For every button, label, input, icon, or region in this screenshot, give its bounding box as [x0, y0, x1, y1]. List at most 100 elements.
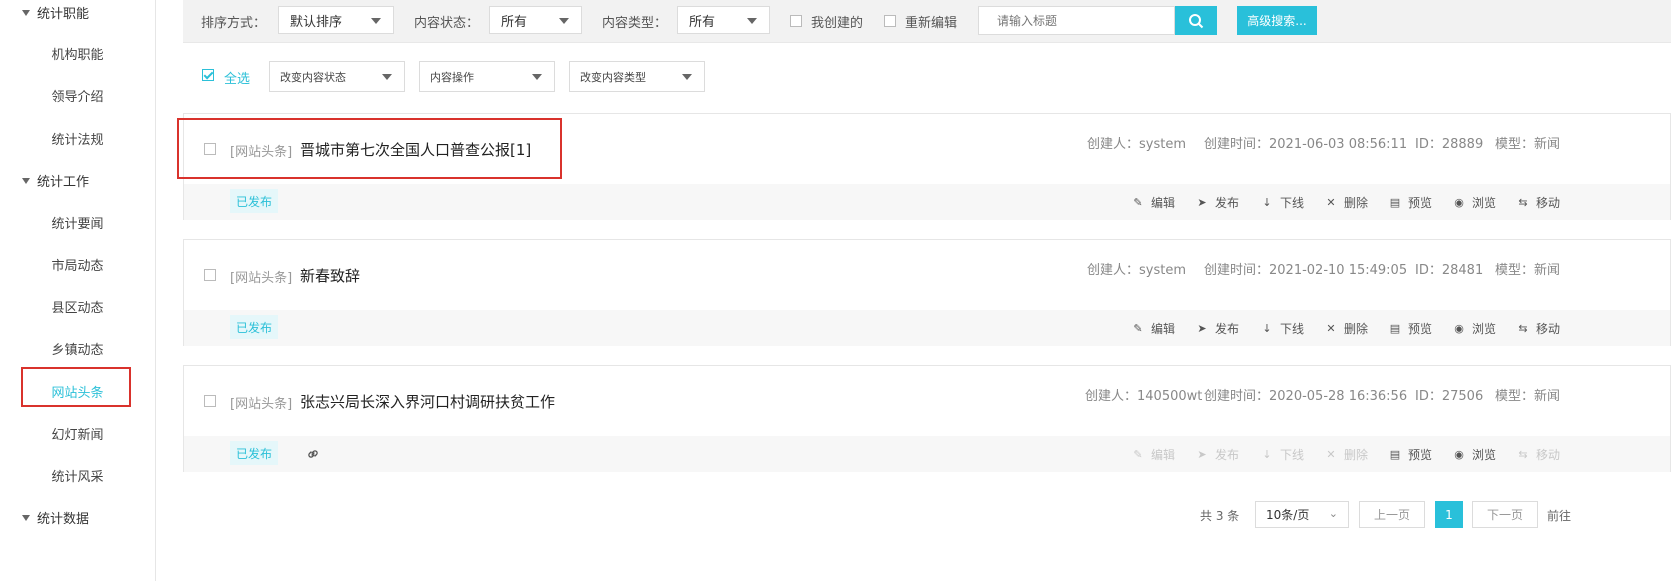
sidebar-item-style[interactable]: 统计风采 — [0, 466, 155, 485]
sidebar: 统计职能 机构职能 领导介绍 统计法规 统计工作 统计要闻 市局动态 县区动态 … — [0, 0, 156, 581]
browse-button[interactable]: ◉ 浏览 — [1452, 194, 1496, 211]
sidebar-item-town[interactable]: 乡镇动态 — [0, 339, 155, 358]
type-select[interactable]: 所有 — [677, 6, 770, 34]
article-checkbox[interactable] — [204, 395, 216, 407]
article-model: 模型：新闻 — [1495, 133, 1560, 152]
edit-button[interactable]: ✎ 编辑 — [1131, 194, 1175, 211]
article-card: [网站头条] 张志兴局长深入界河口村调研扶贫工作 创建人：140500wt 创建… — [183, 365, 1671, 472]
publish-button[interactable]: ➤ 发布 — [1195, 320, 1239, 337]
delete-button: ✕ 删除 — [1324, 446, 1368, 463]
sidebar-item-slides[interactable]: 幻灯新闻 — [0, 424, 155, 443]
re-edit-checkbox[interactable] — [884, 15, 896, 27]
chevron-down-icon — [22, 514, 30, 521]
offline-button[interactable]: ↓ 下线 — [1260, 320, 1304, 337]
sidebar-group-functions[interactable]: 统计职能 — [22, 3, 89, 22]
preview-button[interactable]: ▤ 预览 — [1388, 194, 1432, 211]
article-checkbox[interactable] — [204, 269, 216, 281]
article-card: [网站头条] 新春致辞 创建人：system 创建时间：2021-02-10 1… — [183, 239, 1671, 346]
article-id: ID：28481 — [1415, 259, 1483, 278]
preview-button[interactable]: ▤ 预览 — [1388, 320, 1432, 337]
delete-button[interactable]: ✕ 删除 — [1324, 194, 1368, 211]
delete-button[interactable]: ✕ 删除 — [1324, 320, 1368, 337]
browse-button[interactable]: ◉ 浏览 — [1452, 446, 1496, 463]
change-status-select[interactable]: 改变内容状态 — [269, 61, 405, 92]
sort-select[interactable]: 默认排序 — [278, 6, 394, 34]
sidebar-group-data[interactable]: 统计数据 — [22, 508, 89, 527]
select-all-label[interactable]: 全选 — [224, 68, 250, 87]
article-title[interactable]: 张志兴局长深入界河口村调研扶贫工作 — [300, 391, 555, 412]
action-label: 预览 — [1408, 448, 1433, 462]
action-label: 预览 — [1408, 322, 1433, 336]
offline-button[interactable]: ↓ 下线 — [1260, 194, 1304, 211]
highlight-box — [177, 118, 562, 179]
sidebar-item-news[interactable]: 统计要闻 — [0, 213, 155, 232]
sidebar-group-label: 统计数据 — [37, 512, 90, 527]
creator-label: 创建人： — [1085, 389, 1138, 404]
link-icon[interactable] — [306, 447, 320, 461]
caret-down-icon — [747, 18, 757, 24]
creator-value: 140500wt — [1137, 389, 1203, 404]
sidebar-item-leaders[interactable]: 领导介绍 — [0, 86, 155, 105]
search-icon — [1189, 13, 1204, 28]
creator-value: system — [1139, 137, 1187, 152]
caret-down-icon — [371, 18, 381, 24]
arrow-down-icon: ↓ — [1262, 448, 1272, 461]
type-label: 内容类型： — [602, 16, 668, 31]
preview-button[interactable]: ▤ 预览 — [1388, 446, 1432, 463]
eye-icon: ◉ — [1454, 448, 1464, 461]
edit-icon: ✎ — [1133, 322, 1143, 335]
my-created-checkbox[interactable] — [790, 15, 802, 27]
content-ops-select[interactable]: 内容操作 — [419, 61, 555, 92]
creator-label: 创建人： — [1087, 137, 1140, 152]
id-label: ID： — [1415, 263, 1442, 278]
action-label: 浏览 — [1472, 322, 1497, 336]
select-all-checkbox[interactable] — [202, 69, 214, 81]
id-value: 28889 — [1441, 137, 1484, 152]
action-label: 删除 — [1344, 448, 1369, 462]
id-value: 27506 — [1441, 389, 1484, 404]
swap-icon: ⇆ — [1518, 196, 1528, 209]
created-time-value: 2020-05-28 16:36:56 — [1269, 389, 1408, 404]
search-button[interactable] — [1175, 6, 1217, 35]
sidebar-item-city[interactable]: 市局动态 — [0, 255, 155, 274]
move-button[interactable]: ⇆ 移动 — [1516, 194, 1560, 211]
change-type-label: 改变内容类型 — [580, 70, 646, 84]
id-value: 28481 — [1441, 263, 1484, 278]
search-input[interactable] — [978, 6, 1175, 35]
status-badge: 已发布 — [230, 315, 279, 339]
my-created-label: 我创建的 — [811, 16, 864, 31]
prev-page-button[interactable]: 上一页 — [1359, 501, 1425, 528]
action-label: 编辑 — [1151, 196, 1176, 210]
change-type-select[interactable]: 改变内容类型 — [569, 61, 705, 92]
action-label: 编辑 — [1151, 448, 1176, 462]
sidebar-item-org[interactable]: 机构职能 — [0, 44, 155, 63]
article-id: ID：28889 — [1415, 133, 1483, 152]
action-label: 预览 — [1408, 196, 1433, 210]
browse-button[interactable]: ◉ 浏览 — [1452, 320, 1496, 337]
sidebar-item-laws[interactable]: 统计法规 — [0, 129, 155, 148]
action-label: 移动 — [1536, 322, 1561, 336]
status-select[interactable]: 所有 — [489, 6, 582, 34]
action-label: 下线 — [1280, 322, 1305, 336]
publish-button[interactable]: ➤ 发布 — [1195, 194, 1239, 211]
page-size-select[interactable]: 10条/页 ⌄ — [1255, 501, 1349, 528]
article-creator: 创建人：system — [1087, 259, 1186, 278]
article-footer: 已发布 ✎ 编辑 ➤ 发布 ↓ 下线 ✕ 删除 ▤ 预览 ◉ 浏览 ⇆ 移动 — [184, 184, 1670, 220]
advanced-search-button[interactable]: 高级搜索... — [1237, 6, 1317, 35]
article-title[interactable]: 新春致辞 — [300, 265, 360, 286]
article-creator: 创建人：140500wt — [1085, 385, 1202, 404]
sidebar-group-work[interactable]: 统计工作 — [22, 171, 89, 190]
page-1-button[interactable]: 1 — [1435, 501, 1463, 528]
edit-button[interactable]: ✎ 编辑 — [1131, 320, 1175, 337]
pager-total: 共 3 条 — [1200, 509, 1240, 523]
arrow-down-icon: ↓ — [1262, 322, 1272, 335]
created-time-label: 创建时间： — [1204, 137, 1270, 152]
status-badge: 已发布 — [230, 441, 279, 465]
sidebar-item-county[interactable]: 县区动态 — [0, 297, 155, 316]
next-page-button[interactable]: 下一页 — [1472, 501, 1538, 528]
send-icon: ➤ — [1197, 322, 1207, 335]
action-label: 发布 — [1215, 322, 1240, 336]
send-icon: ➤ — [1197, 196, 1207, 209]
move-button[interactable]: ⇆ 移动 — [1516, 320, 1560, 337]
caret-down-icon — [682, 74, 692, 80]
